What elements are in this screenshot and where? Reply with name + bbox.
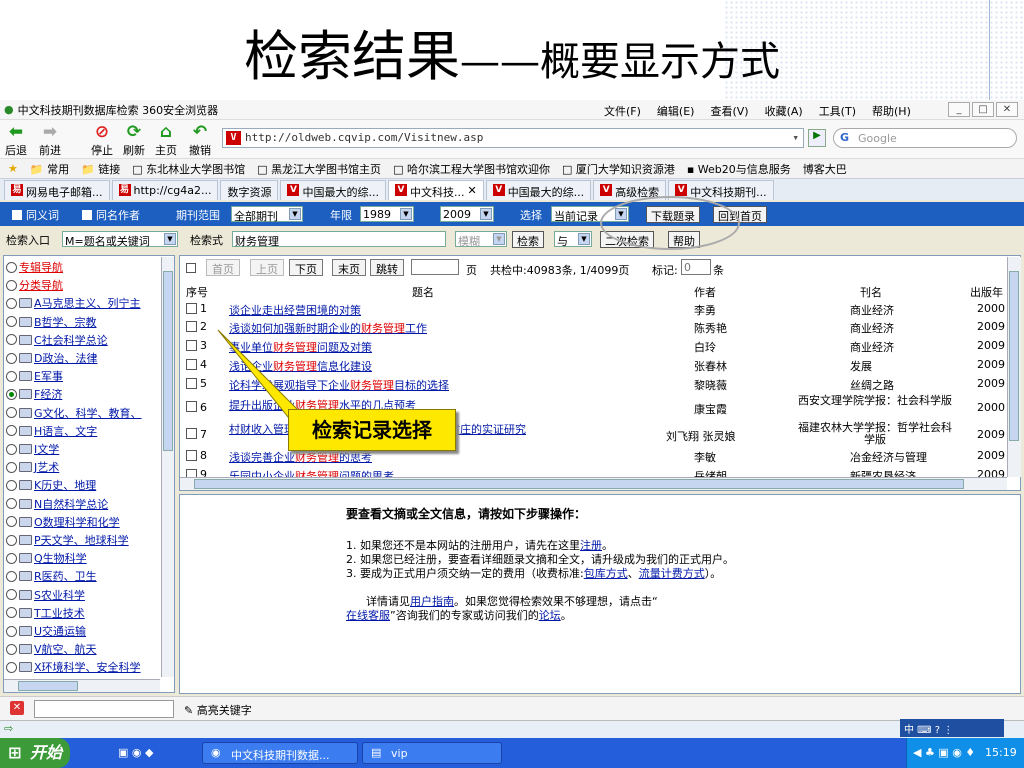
slide-title: 检索结果——概要显示方式	[0, 12, 1024, 91]
ime-indicator[interactable]: 中 ⌨ ? ⋮	[900, 719, 1004, 737]
find-input[interactable]	[34, 700, 174, 718]
task-browser[interactable]: ◉ 中文科技期刊数据...	[202, 742, 358, 764]
start-button[interactable]: ⊞ 开始	[0, 738, 70, 768]
find-bar: ✕ ✎ 高亮关键字	[0, 696, 1024, 720]
page-status-icon: ⇨	[4, 722, 14, 735]
tray-icons[interactable]: ◀ ♣ ▣ ◉ ♦	[913, 746, 975, 759]
highlight-keyword-option[interactable]: ✎ 高亮关键字	[184, 702, 252, 718]
callout-arrow	[217, 329, 301, 423]
clock: 15:19	[985, 746, 1017, 759]
callout-record-selection: 检索记录选择	[288, 409, 456, 451]
quicklaunch-icons[interactable]: ▣ ◉ ◆	[118, 746, 153, 759]
system-tray: ◀ ♣ ▣ ◉ ♦ 15:19	[906, 738, 1024, 768]
task-vip[interactable]: ▤ vip	[362, 742, 502, 764]
status-bar: ⇨ 中 ⌨ ? ⋮	[0, 719, 1024, 738]
browser-task-icon: ◉	[211, 746, 221, 759]
slide-title-sub: ——概要显示方式	[460, 39, 780, 85]
pencil-icon: ✎	[184, 704, 194, 717]
close-find-icon[interactable]: ✕	[10, 701, 24, 715]
ppt-task-icon: ▤	[371, 746, 382, 759]
taskbar: ⊞ 开始 ▣ ◉ ◆ ◉ 中文科技期刊数据... ▤ vip ◀ ♣ ▣ ◉ ♦ 15…	[0, 738, 1024, 768]
browser-window: ● 中文科技期刊数据库检索 360安全浏览器 文件(F) 编辑(E) 查看(V)…	[0, 100, 1024, 720]
slide-title-main: 检索结果	[244, 25, 460, 88]
windows-logo-icon: ⊞	[8, 743, 22, 762]
